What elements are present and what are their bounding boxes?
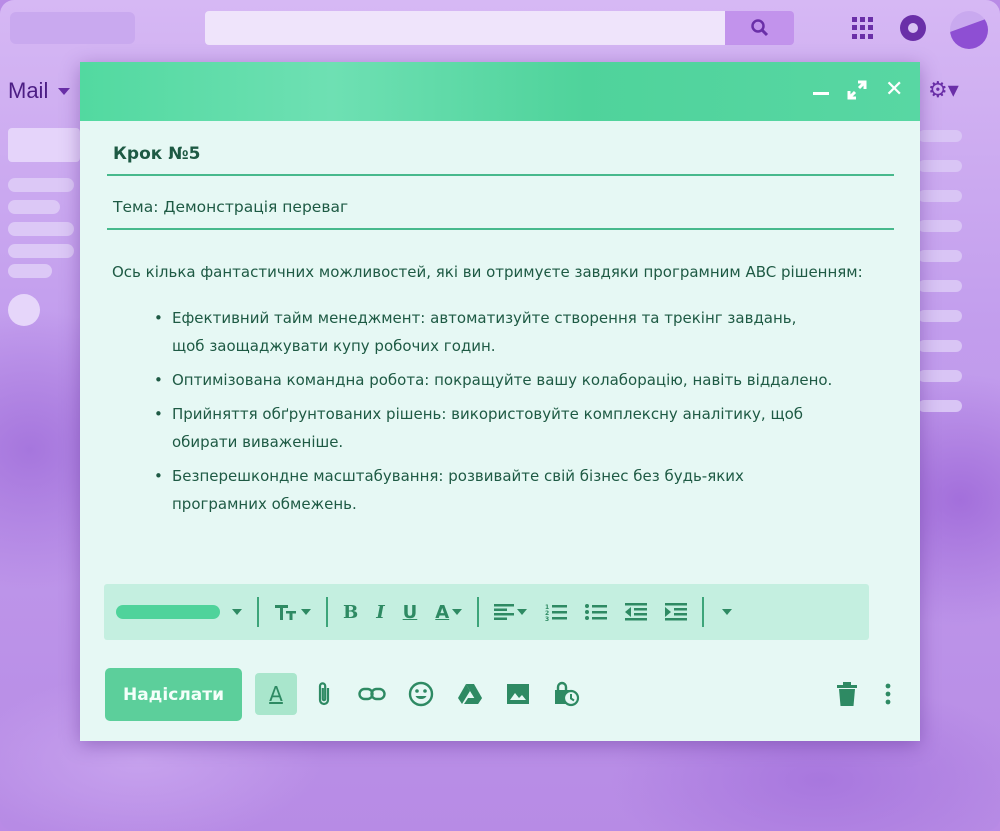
settings-icon[interactable]: ⚙▾ bbox=[928, 78, 959, 103]
search-button[interactable] bbox=[725, 11, 794, 45]
sidebar-item[interactable] bbox=[8, 178, 74, 192]
more-icon[interactable] bbox=[870, 676, 906, 712]
notifications-icon[interactable] bbox=[900, 15, 926, 41]
trash-icon[interactable] bbox=[829, 676, 865, 712]
mail-label[interactable]: Mail bbox=[8, 78, 48, 104]
numbered-list-icon[interactable]: 123 bbox=[545, 603, 568, 621]
divider bbox=[702, 597, 705, 627]
divider bbox=[477, 597, 480, 627]
apps-icon[interactable] bbox=[852, 17, 874, 39]
sidebar-item[interactable] bbox=[8, 264, 52, 278]
list-item-line: програмних обмежень. bbox=[172, 495, 357, 513]
bulleted-list-icon[interactable] bbox=[585, 603, 608, 621]
intro-text: Ось кілька фантастичних можливостей, які… bbox=[112, 263, 863, 281]
emoji-icon[interactable] bbox=[403, 676, 439, 712]
subject-field[interactable]: Тема: Демонстрація переваг bbox=[107, 186, 894, 230]
list-item: Ефективний тайм менеджмент: автоматизуйт… bbox=[154, 304, 882, 360]
list-item-line: щоб заощаджувати купу робочих годин. bbox=[172, 337, 496, 355]
indent-icon[interactable] bbox=[665, 603, 688, 621]
bold-icon[interactable]: B bbox=[343, 602, 358, 623]
close-icon[interactable]: ✕ bbox=[885, 79, 903, 101]
font-size-icon[interactable] bbox=[274, 603, 311, 621]
attach-icon[interactable] bbox=[306, 676, 342, 712]
message-body[interactable]: Ось кілька фантастичних можливостей, які… bbox=[112, 258, 882, 524]
logo bbox=[10, 12, 135, 44]
bullet-list: Ефективний тайм менеджмент: автоматизуйт… bbox=[154, 304, 882, 518]
svg-text:3: 3 bbox=[545, 616, 549, 621]
drive-icon[interactable] bbox=[452, 676, 488, 712]
text-color-icon[interactable]: A bbox=[435, 601, 463, 623]
send-button[interactable]: Надіслати bbox=[105, 668, 242, 721]
compose-header: ✕ bbox=[80, 62, 920, 121]
formatting-toolbar: B I U A 123 bbox=[104, 584, 869, 640]
compose-window: ✕ Крок №5 Тема: Демонстрація переваг Ось… bbox=[80, 62, 920, 741]
list-item-line: Оптимізована командна робота: покращуйте… bbox=[172, 371, 833, 389]
divider bbox=[326, 597, 328, 627]
formatting-options-icon[interactable]: A bbox=[255, 673, 297, 715]
list-item-line: Безперешкондне масштабування: розвивайте… bbox=[172, 467, 744, 485]
maximize-icon[interactable] bbox=[847, 80, 867, 100]
text-color-letter: A bbox=[435, 601, 450, 623]
italic-icon[interactable]: I bbox=[376, 602, 384, 623]
list-item: Оптимізована командна робота: покращуйте… bbox=[154, 366, 882, 394]
list-item-line: Прийняття обґрунтованих рішень: використ… bbox=[172, 405, 804, 423]
font-select-chevron-down-icon[interactable] bbox=[229, 609, 242, 615]
confidential-icon[interactable] bbox=[548, 676, 584, 712]
sidebar-item[interactable] bbox=[8, 200, 60, 214]
top-bar bbox=[0, 0, 1000, 58]
sidebar-item[interactable] bbox=[8, 244, 74, 258]
outdent-icon[interactable] bbox=[625, 603, 648, 621]
list-item: Прийняття обґрунтованих рішень: використ… bbox=[154, 400, 882, 456]
sidebar-item[interactable] bbox=[8, 222, 74, 236]
avatar[interactable] bbox=[950, 11, 988, 49]
sidebar-avatar[interactable] bbox=[8, 294, 40, 326]
to-field[interactable]: Крок №5 bbox=[107, 130, 894, 176]
divider bbox=[257, 597, 259, 627]
list-item-line: Ефективний тайм менеджмент: автоматизуйт… bbox=[172, 309, 797, 327]
underline-icon[interactable]: U bbox=[403, 602, 418, 623]
search-icon bbox=[750, 19, 768, 37]
image-icon[interactable] bbox=[500, 676, 536, 712]
compose-placeholder bbox=[8, 128, 80, 162]
list-item: Безперешкондне масштабування: розвивайте… bbox=[154, 462, 882, 518]
chevron-down-icon[interactable] bbox=[58, 88, 70, 95]
align-icon[interactable] bbox=[494, 604, 528, 620]
search-input[interactable] bbox=[205, 11, 725, 45]
more-formatting-chevron-down-icon[interactable] bbox=[719, 609, 733, 615]
list-item-line: обирати виваженіше. bbox=[172, 433, 344, 451]
minimize-icon[interactable] bbox=[813, 92, 829, 95]
link-icon[interactable] bbox=[354, 676, 390, 712]
font-select[interactable] bbox=[116, 605, 220, 619]
